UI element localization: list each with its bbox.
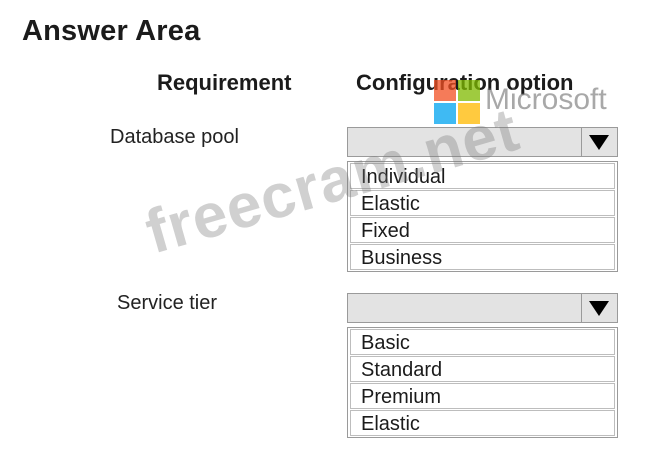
option-fixed[interactable]: Fixed — [350, 217, 615, 243]
page-title: Answer Area — [22, 15, 201, 47]
logo-square-blue — [434, 103, 456, 124]
logo-square-yellow — [458, 103, 480, 124]
service-tier-options: Basic Standard Premium Elastic — [347, 327, 618, 438]
database-pool-label: Database pool — [110, 126, 239, 148]
triangle-down-icon — [589, 135, 609, 150]
option-business[interactable]: Business — [350, 244, 615, 270]
option-elastic[interactable]: Elastic — [350, 410, 615, 436]
service-tier-label: Service tier — [117, 292, 218, 314]
option-elastic[interactable]: Elastic — [350, 190, 615, 216]
logo-square-red — [434, 80, 456, 101]
triangle-down-icon — [589, 301, 609, 316]
database-pool-dropdown[interactable] — [347, 127, 618, 157]
service-tier-dropdown[interactable] — [347, 293, 618, 323]
option-basic[interactable]: Basic — [350, 329, 615, 355]
option-individual[interactable]: Individual — [350, 163, 615, 189]
logo-square-green — [458, 80, 480, 101]
service-tier-dropdown-button[interactable] — [581, 294, 617, 322]
database-pool-dropdown-button[interactable] — [581, 128, 617, 156]
requirement-column-header: Requirement — [157, 70, 292, 95]
answer-area-page: Answer Area Requirement Configuration op… — [0, 0, 646, 465]
database-pool-options: Individual Elastic Fixed Business — [347, 161, 618, 272]
microsoft-logo — [434, 80, 480, 124]
option-standard[interactable]: Standard — [350, 356, 615, 382]
option-premium[interactable]: Premium — [350, 383, 615, 409]
